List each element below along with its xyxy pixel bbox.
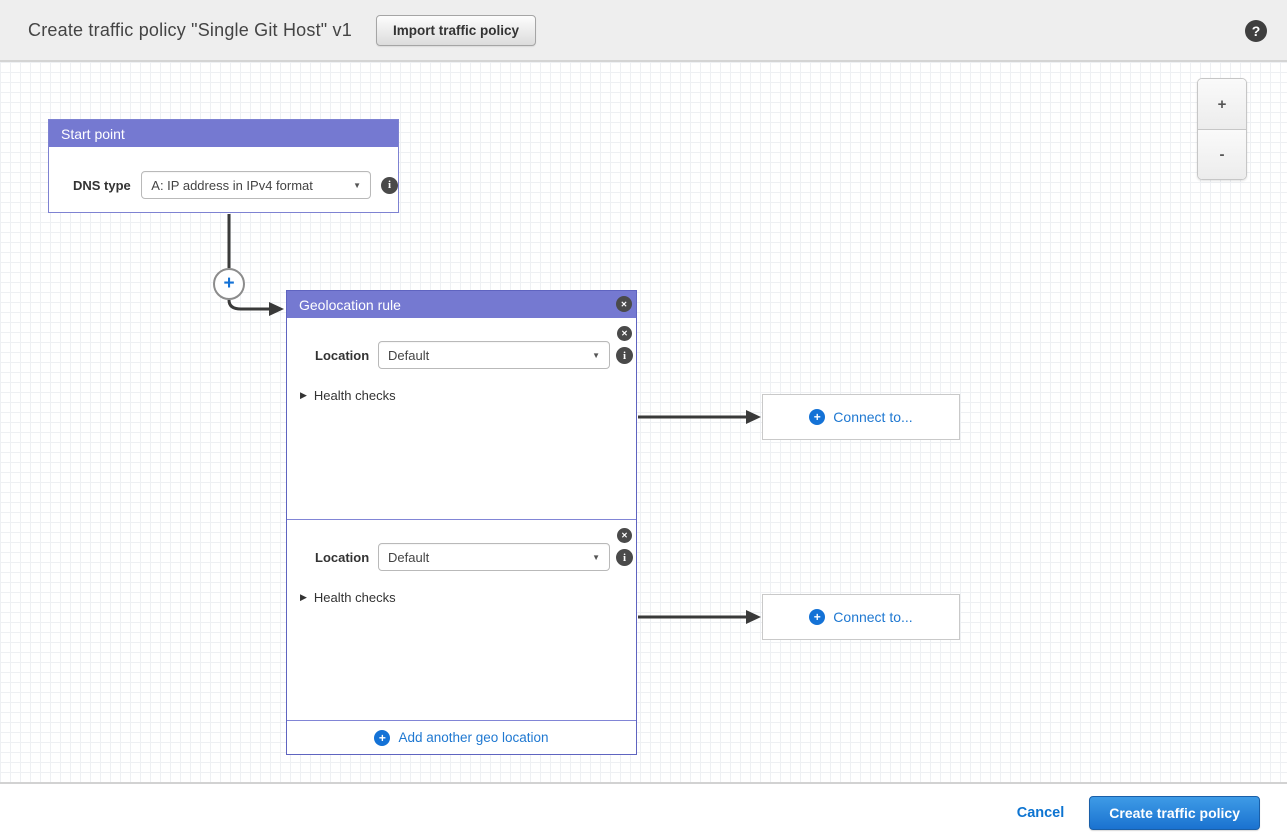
start-point-node: Start point DNS type A: IP address in IP… [48, 119, 399, 213]
dns-type-label: DNS type [73, 178, 138, 193]
connector-plus-icon[interactable]: + [213, 268, 245, 300]
chevron-down-icon: ▼ [592, 351, 600, 360]
connect-to-target[interactable]: + Connect to... [762, 394, 960, 440]
start-point-title: Start point [61, 126, 125, 142]
connect-to-target[interactable]: + Connect to... [762, 594, 960, 640]
create-traffic-policy-page: Create traffic policy "Single Git Host" … [0, 0, 1287, 840]
health-checks-expander[interactable]: ▶ Health checks [300, 388, 396, 403]
geolocation-rule-header: Geolocation rule ✕ [287, 291, 636, 318]
dns-type-selected-value: A: IP address in IPv4 format [151, 178, 347, 193]
location-info-icon[interactable]: i [616, 347, 633, 364]
location-selected-value: Default [388, 550, 586, 565]
top-header-bar: Create traffic policy "Single Git Host" … [0, 0, 1287, 62]
expander-triangle-icon: ▶ [300, 592, 307, 603]
cancel-link[interactable]: Cancel [1017, 805, 1065, 821]
location-select[interactable]: Default ▼ [378, 543, 610, 571]
zoom-controls: + - [1197, 78, 1247, 180]
page-title: Create traffic policy "Single Git Host" … [28, 20, 352, 41]
health-checks-label: Health checks [314, 590, 396, 605]
zoom-in-button[interactable]: + [1198, 79, 1246, 129]
geolocation-rule-title: Geolocation rule [299, 297, 401, 313]
health-checks-label: Health checks [314, 388, 396, 403]
footer-action-bar: Cancel Create traffic policy [0, 786, 1287, 840]
health-checks-expander[interactable]: ▶ Health checks [300, 590, 396, 605]
import-traffic-policy-button[interactable]: Import traffic policy [376, 15, 536, 46]
create-traffic-policy-button[interactable]: Create traffic policy [1089, 796, 1260, 830]
chevron-down-icon: ▼ [592, 553, 600, 562]
location-label: Location [315, 550, 375, 565]
geo-section-close-icon[interactable]: ✕ [617, 326, 632, 341]
plus-circle-icon: + [809, 609, 825, 625]
dns-type-info-icon[interactable]: i [381, 177, 398, 194]
geo-location-section: ✕ Location Default ▼ i ▶ Health checks [287, 318, 636, 519]
geolocation-rule-close-icon[interactable]: ✕ [616, 296, 632, 312]
location-select[interactable]: Default ▼ [378, 341, 610, 369]
connect-to-label: Connect to... [833, 409, 912, 425]
dns-type-select[interactable]: A: IP address in IPv4 format ▼ [141, 171, 371, 199]
expander-triangle-icon: ▶ [300, 390, 307, 401]
geo-section-close-icon[interactable]: ✕ [617, 528, 632, 543]
zoom-out-button[interactable]: - [1198, 129, 1246, 179]
add-geo-location-link[interactable]: + Add another geo location [287, 720, 636, 754]
policy-editor-canvas: Start point DNS type A: IP address in IP… [0, 62, 1287, 784]
connect-to-label: Connect to... [833, 609, 912, 625]
add-geo-location-label: Add another geo location [398, 730, 548, 745]
location-selected-value: Default [388, 348, 586, 363]
help-icon[interactable]: ? [1245, 20, 1267, 42]
plus-circle-icon: + [374, 730, 390, 746]
start-point-header: Start point [49, 120, 398, 147]
chevron-down-icon: ▼ [353, 181, 361, 190]
geo-location-section: ✕ Location Default ▼ i ▶ Health checks [287, 519, 636, 722]
plus-circle-icon: + [809, 409, 825, 425]
location-label: Location [315, 348, 375, 363]
location-info-icon[interactable]: i [616, 549, 633, 566]
geolocation-rule-node: Geolocation rule ✕ ✕ Location Default ▼ [286, 290, 637, 755]
